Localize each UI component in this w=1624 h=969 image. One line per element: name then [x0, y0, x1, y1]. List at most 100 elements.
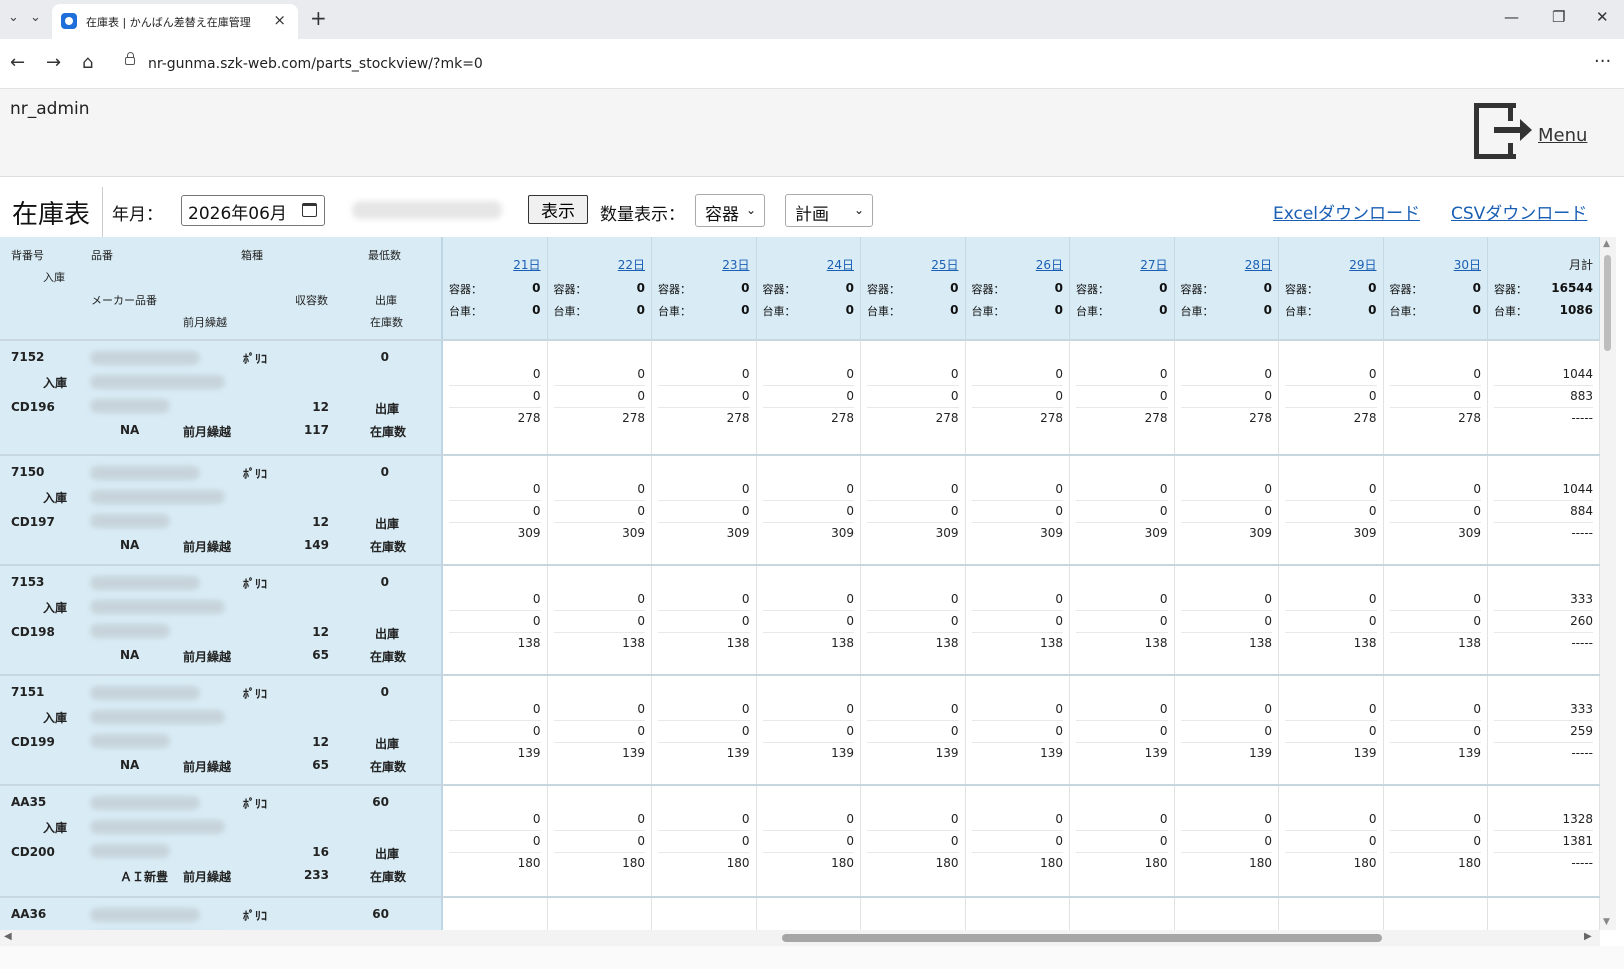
- active-tab[interactable]: 在庫表 | かんばん差替え在庫管理 ×: [52, 4, 298, 39]
- day-link[interactable]: 22日: [618, 256, 645, 273]
- more-icon[interactable]: ···: [1594, 51, 1611, 72]
- horizontal-scroll-thumb[interactable]: [782, 934, 1382, 942]
- day-link[interactable]: 30日: [1454, 256, 1481, 273]
- day-cell: 0 0 309: [548, 456, 652, 564]
- header-back-number: 背番号: [11, 249, 44, 262]
- stock-value: 278: [726, 411, 750, 425]
- receipt-value: 0: [846, 592, 854, 606]
- stock-value: 139: [517, 746, 541, 760]
- shipment-value: 0: [1473, 504, 1481, 518]
- username: nr_admin: [10, 99, 90, 119]
- container-label: 容器：: [1076, 283, 1109, 296]
- redacted-field: [352, 201, 502, 219]
- receipt-value: 0: [1368, 367, 1377, 381]
- receipt-value: 0: [1159, 592, 1168, 606]
- minimize-icon[interactable]: —: [1504, 8, 1519, 26]
- receipt-value: 1328: [1562, 812, 1593, 826]
- table-row: 7150 ﾎﾟﾘｺ 0 入庫 CD197 12 出庫 NA 前月繰越 149 在庫数 0 0 309 0 0 3…: [0, 454, 1600, 564]
- scroll-left-icon[interactable]: ◀: [4, 931, 12, 942]
- cart-label: 台車：: [1076, 305, 1109, 318]
- day-link[interactable]: 24日: [827, 256, 854, 273]
- box-type: ﾎﾟﾘｺ: [243, 467, 268, 481]
- redacted-text: [90, 351, 200, 365]
- day-link[interactable]: 21日: [513, 256, 540, 273]
- bottom-strip: [0, 946, 1624, 969]
- receipt-value: 0: [1159, 482, 1168, 496]
- day-cell: 0 0 139: [1070, 676, 1175, 784]
- shipment-value: 0: [1159, 834, 1168, 848]
- shipment-value: 0: [637, 504, 645, 518]
- header-min-count: 最低数: [368, 249, 401, 262]
- receipt-value: 0: [846, 367, 854, 381]
- scroll-up-icon[interactable]: ▲: [1603, 239, 1610, 249]
- tab-list-icon[interactable]: ⌄: [8, 10, 19, 25]
- shipment-label: 出庫: [375, 737, 400, 751]
- stock-value: 138: [517, 636, 541, 650]
- stock-value: 138: [1249, 636, 1272, 650]
- receipt-value: 1044: [1562, 482, 1593, 496]
- day-link[interactable]: 26日: [1036, 256, 1063, 273]
- day-cell: 1328 1381 -----: [1488, 786, 1600, 896]
- forward-icon[interactable]: →: [46, 52, 61, 73]
- new-tab-icon[interactable]: +: [310, 6, 327, 30]
- address-bar: ← → ⌂ nr-gunma.szk-web.com/parts_stockvi…: [0, 39, 1624, 89]
- tab-chevron-icon[interactable]: ⌄: [30, 10, 41, 25]
- day-cell: 0 0 139: [1279, 676, 1384, 784]
- capacity: 12: [312, 515, 329, 529]
- shipment-value: 0: [1159, 614, 1168, 628]
- quantity-select[interactable]: 容器 ⌄: [695, 194, 765, 227]
- day-link[interactable]: 28日: [1245, 256, 1272, 273]
- plan-select-value: 計画: [795, 205, 829, 225]
- day-link[interactable]: 23日: [722, 256, 749, 273]
- menu-button[interactable]: Menu: [1472, 101, 1612, 165]
- day-link[interactable]: 27日: [1140, 256, 1167, 273]
- vertical-scroll-thumb[interactable]: [1604, 255, 1611, 351]
- stock-label: 在庫数: [370, 540, 407, 554]
- day-cell: 0 0 138: [1384, 566, 1488, 674]
- url-text[interactable]: nr-gunma.szk-web.com/parts_stockview/?mk…: [148, 56, 483, 72]
- stock-value: 309: [1249, 526, 1272, 540]
- shipment-value: 0: [1473, 614, 1481, 628]
- day-link[interactable]: 29日: [1349, 256, 1376, 273]
- day-link[interactable]: 25日: [931, 256, 958, 273]
- shipment-value: 0: [1368, 614, 1377, 628]
- receipt-value: 0: [532, 702, 541, 716]
- close-tab-icon[interactable]: ×: [273, 11, 286, 29]
- scroll-right-icon[interactable]: ▶: [1584, 931, 1592, 942]
- quantity-display-label: 数量表示：: [600, 205, 685, 225]
- shipment-value: 260: [1570, 614, 1593, 628]
- container-count: 0: [741, 281, 750, 295]
- day-cell: 0 0 138: [1279, 566, 1384, 674]
- shipment-value: 883: [1570, 389, 1593, 403]
- menu-label[interactable]: Menu: [1538, 125, 1587, 146]
- stock-value: 138: [1040, 636, 1063, 650]
- cart-label: 台車：: [971, 305, 1005, 318]
- stock-value: 139: [1040, 746, 1063, 760]
- restore-icon[interactable]: ❐: [1552, 8, 1565, 26]
- shipment-value: 0: [1368, 834, 1377, 848]
- stock-value: -----: [1571, 746, 1593, 760]
- receipt-value: 0: [637, 482, 645, 496]
- redacted-text: [90, 576, 200, 590]
- part-info-cell: 7151 ﾎﾟﾘｺ 0 入庫 CD199 12 出庫 NA 前月繰越 65 在庫数: [0, 676, 443, 784]
- cart-count: 0: [1159, 303, 1168, 317]
- shipment-value: 0: [741, 389, 750, 403]
- close-window-icon[interactable]: ✕: [1596, 8, 1609, 26]
- vertical-scrollbar[interactable]: ▲ ▼: [1600, 237, 1616, 930]
- receipt-value: 0: [741, 702, 750, 716]
- back-icon[interactable]: ←: [10, 52, 25, 73]
- horizontal-scrollbar[interactable]: ◀ ▶: [0, 930, 1600, 946]
- receipt-value: 0: [1368, 592, 1377, 606]
- home-icon[interactable]: ⌂: [82, 52, 93, 73]
- show-button[interactable]: 表示: [528, 195, 588, 224]
- day-cell: [757, 898, 861, 930]
- plan-select[interactable]: 計画 ⌄: [785, 194, 873, 227]
- scroll-down-icon[interactable]: ▼: [1603, 917, 1610, 927]
- csv-download-link[interactable]: CSVダウンロード: [1451, 199, 1587, 224]
- day-cell: [548, 898, 652, 930]
- back-number: AA36: [11, 907, 47, 921]
- calendar-icon[interactable]: [302, 203, 317, 217]
- excel-download-link[interactable]: Excelダウンロード: [1273, 199, 1420, 224]
- container-count: 0: [1263, 281, 1272, 295]
- box-type: ﾎﾟﾘｺ: [243, 909, 268, 923]
